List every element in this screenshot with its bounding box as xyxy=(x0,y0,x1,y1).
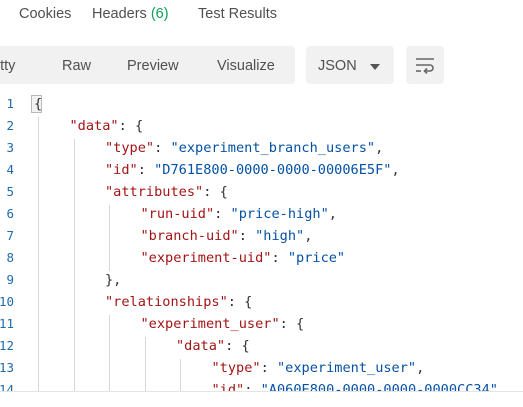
json-key: "experiment_user" xyxy=(140,316,280,332)
json-punctuation: , xyxy=(391,162,400,178)
json-key: "relationships" xyxy=(105,294,228,310)
line-number: 8 xyxy=(6,250,14,265)
line-number: 3 xyxy=(6,140,14,155)
json-punctuation: , xyxy=(416,360,425,376)
json-string: "experiment_user" xyxy=(276,360,417,376)
view-mode-raw[interactable]: Raw xyxy=(62,58,91,74)
json-punctuation: : xyxy=(137,162,155,178)
json-punctuation: : xyxy=(271,250,288,266)
json-string: "price" xyxy=(287,250,346,266)
wrap-lines-icon xyxy=(416,58,434,74)
code-line: "type": "experiment_branch_users", xyxy=(105,137,383,159)
line-number: 12 xyxy=(0,338,14,353)
view-mode-visualize[interactable]: Visualize xyxy=(217,58,275,74)
indent-guide xyxy=(38,117,39,391)
json-punctuation: : { xyxy=(118,118,144,134)
line-number: 11 xyxy=(0,316,14,331)
line-number-gutter: 1 2 3 4 5 6 7 8 9 10 11 12 13 14 xyxy=(0,93,14,391)
code-line: "data": { xyxy=(176,335,250,357)
response-tabs: Cookies Headers (6) Test Results xyxy=(0,0,523,36)
json-punctuation: : xyxy=(260,360,277,376)
line-number: 14 xyxy=(0,382,14,391)
line-number: 1 xyxy=(6,96,14,111)
json-punctuation: : xyxy=(154,140,171,156)
indent-guide xyxy=(109,205,110,271)
indent-guide xyxy=(73,139,75,391)
wrap-lines-button[interactable] xyxy=(406,46,444,84)
json-key: "id" xyxy=(211,382,245,391)
json-string: "D761E800-0000-0000-00006E5F" xyxy=(154,162,392,178)
chevron-down-icon xyxy=(370,64,380,70)
json-key: "branch-uid" xyxy=(140,228,239,244)
code-line: "type": "experiment_user", xyxy=(212,357,425,379)
tab-cookies[interactable]: Cookies xyxy=(19,6,71,22)
json-punctuation: }, xyxy=(105,272,122,288)
code-line: "id": "A060E800-0000-0000-0000CC34" xyxy=(212,379,498,391)
code-line: "data": { xyxy=(70,115,144,137)
format-select[interactable]: JSON xyxy=(306,46,394,84)
code-line: "relationships": { xyxy=(105,291,252,313)
indent-guide xyxy=(109,315,110,391)
code-line: "experiment-uid": "price" xyxy=(141,247,346,269)
json-key: "data" xyxy=(69,118,119,134)
json-punctuation: : xyxy=(214,206,231,222)
tab-cookies-label: Cookies xyxy=(19,6,72,22)
json-key: "attributes" xyxy=(105,184,204,200)
json-string: "A060E800-0000-0000-0000CC34" xyxy=(260,382,498,391)
indent-guide xyxy=(144,337,146,391)
format-select-value: JSON xyxy=(318,58,357,74)
line-number: 2 xyxy=(6,118,14,133)
code-line: }, xyxy=(105,269,121,291)
code-line: { xyxy=(34,93,42,115)
line-number: 9 xyxy=(6,272,14,287)
json-key: "run-uid" xyxy=(140,206,215,222)
json-punctuation: : { xyxy=(279,316,305,332)
json-key: "id" xyxy=(105,162,138,178)
json-punctuation: : xyxy=(238,228,256,244)
line-number: 7 xyxy=(6,228,14,243)
json-string: "experiment_branch_users" xyxy=(170,140,376,156)
tab-test-results[interactable]: Test Results xyxy=(198,6,277,22)
tab-headers-label: Headers xyxy=(92,6,147,22)
tab-headers[interactable]: Headers (6) xyxy=(92,6,169,22)
json-punctuation: , xyxy=(375,140,384,156)
line-number: 13 xyxy=(0,360,14,375)
code-line: "id": "D761E800-0000-0000-00006E5F", xyxy=(105,159,400,181)
json-punctuation: , xyxy=(304,228,313,244)
code-line: "experiment_user": { xyxy=(141,313,305,335)
view-mode-preview[interactable]: Preview xyxy=(127,58,179,74)
json-punctuation: : xyxy=(244,382,261,391)
code-line: "run-uid": "price-high", xyxy=(141,203,337,225)
line-number: 6 xyxy=(6,206,14,221)
response-body-editor[interactable]: 1 2 3 4 5 6 7 8 9 10 11 12 13 14 {"data": {"type": "e… xyxy=(0,93,523,391)
json-punctuation: : { xyxy=(227,294,253,310)
json-key: "data" xyxy=(176,338,226,354)
divider xyxy=(0,391,523,392)
body-view-toolbar: etty Raw Preview Visualize JSON xyxy=(0,46,523,86)
headers-count: (6) xyxy=(150,6,169,22)
json-string: "high" xyxy=(255,228,305,244)
json-punctuation: : { xyxy=(203,184,228,200)
json-punctuation: { xyxy=(34,96,43,112)
json-key: "type" xyxy=(105,140,155,156)
line-number: 4 xyxy=(6,162,14,177)
json-key: "experiment-uid" xyxy=(140,250,272,266)
indent-guide xyxy=(180,359,181,391)
json-string: "price-high" xyxy=(230,206,329,222)
code-line: "attributes": { xyxy=(105,181,228,203)
response-panel: Cookies Headers (6) Test Results etty Ra… xyxy=(0,0,523,407)
json-punctuation: , xyxy=(328,206,337,222)
view-mode-group: etty Raw Preview Visualize xyxy=(0,46,295,84)
json-key: "type" xyxy=(211,360,261,376)
code-line: "branch-uid": "high", xyxy=(141,225,313,247)
tab-test-results-label: Test Results xyxy=(198,6,277,22)
line-number: 5 xyxy=(6,184,14,199)
view-mode-pretty[interactable]: etty xyxy=(0,58,15,74)
line-number: 10 xyxy=(0,294,14,309)
json-punctuation: : { xyxy=(225,338,250,354)
